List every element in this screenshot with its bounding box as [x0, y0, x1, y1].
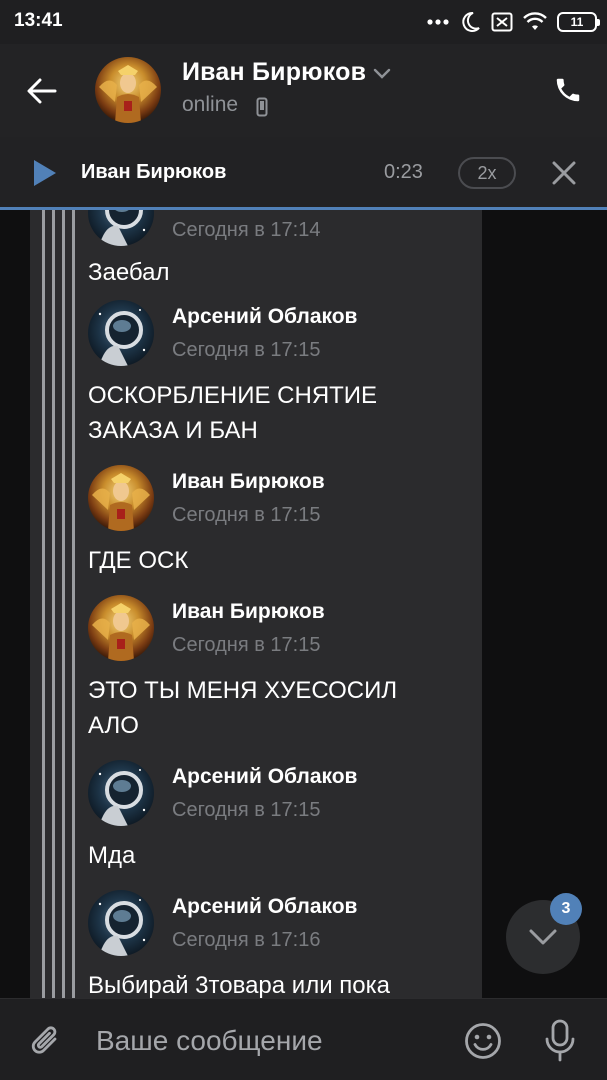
paperclip-icon — [31, 1026, 57, 1054]
sender-name[interactable]: Арсений Облаков — [172, 895, 357, 919]
forward-indent-bars — [42, 210, 76, 998]
chat-header: Иван Бирюков online — [0, 44, 607, 137]
close-player-button[interactable] — [546, 155, 582, 191]
message-input[interactable] — [96, 1019, 446, 1063]
chevron-down-icon — [529, 929, 557, 945]
message-timestamp: Сегодня в 17:14 — [172, 219, 321, 241]
message-list[interactable]: Сегодня в 17:14 Заебал Арсений Облаков Сего… — [0, 210, 607, 998]
message-text: ГДЕ ОСК — [88, 547, 189, 574]
golden-avatar-image — [95, 57, 161, 123]
message-text: ОСКОРБЛЕНИЕ СНЯТИЕ ЗАКАЗА И БАН — [88, 382, 378, 444]
message-composer — [0, 998, 607, 1080]
sender-avatar[interactable] — [88, 300, 154, 366]
sender-avatar[interactable] — [88, 210, 154, 246]
arrow-left-icon — [27, 78, 57, 104]
message-text: ЭТО ТЫ МЕНЯ ХУЕСОСИЛ АЛО — [88, 677, 398, 739]
close-icon — [552, 161, 576, 185]
phone-icon — [556, 78, 580, 102]
smiley-icon — [465, 1023, 501, 1059]
sender-name[interactable]: Арсений Облаков — [172, 305, 357, 329]
battery-level: 11 — [570, 15, 584, 29]
more-dots-icon — [427, 19, 449, 25]
forwarded-messages: Сегодня в 17:14 Заебал Арсений Облаков Сего… — [88, 210, 478, 998]
chevron-down-icon[interactable] — [373, 68, 391, 80]
play-button[interactable] — [28, 157, 60, 189]
message-text: Выбирай 3товара или пока — [88, 972, 390, 998]
message-text: Заебал — [88, 259, 170, 286]
message-timestamp: Сегодня в 17:16 — [172, 929, 321, 951]
voice-record-button[interactable] — [538, 1017, 582, 1065]
player-title: Иван Бирюков — [81, 161, 227, 183]
audio-player: Иван Бирюков 0:23 2x — [0, 137, 607, 207]
wifi-icon — [523, 12, 547, 30]
play-icon — [34, 160, 56, 186]
moon-icon — [462, 11, 480, 32]
unread-badge: 3 — [550, 893, 582, 925]
message-timestamp: Сегодня в 17:15 — [172, 799, 321, 821]
message-text: Мда — [88, 842, 136, 869]
message-timestamp: Сегодня в 17:15 — [172, 339, 321, 361]
sender-avatar[interactable] — [88, 595, 154, 661]
player-time: 0:23 — [384, 161, 423, 183]
status-bar: 13:41 11 — [0, 0, 607, 44]
speed-button[interactable]: 2x — [458, 157, 516, 189]
battery-icon: 11 — [557, 12, 600, 32]
back-button[interactable] — [20, 69, 64, 113]
sender-avatar[interactable] — [88, 890, 154, 956]
sender-avatar[interactable] — [88, 760, 154, 826]
avatar[interactable] — [95, 57, 161, 123]
online-status: online — [182, 93, 239, 116]
call-button[interactable] — [546, 68, 590, 112]
microphone-icon — [545, 1019, 575, 1062]
chat-title[interactable]: Иван Бирюков — [182, 58, 366, 87]
sender-avatar[interactable] — [88, 465, 154, 531]
attach-button[interactable] — [24, 1019, 68, 1063]
sender-name[interactable]: Иван Бирюков — [172, 470, 325, 494]
message-timestamp: Сегодня в 17:15 — [172, 634, 321, 656]
sender-name[interactable]: Иван Бирюков — [172, 600, 325, 624]
mobile-device-icon — [256, 97, 268, 117]
sender-name[interactable]: Арсений Облаков — [172, 765, 357, 789]
emoji-button[interactable] — [461, 1019, 505, 1063]
no-sim-icon — [491, 12, 513, 32]
message-timestamp: Сегодня в 17:15 — [172, 504, 321, 526]
status-icons: 11 — [427, 9, 600, 35]
status-time: 13:41 — [14, 10, 63, 31]
